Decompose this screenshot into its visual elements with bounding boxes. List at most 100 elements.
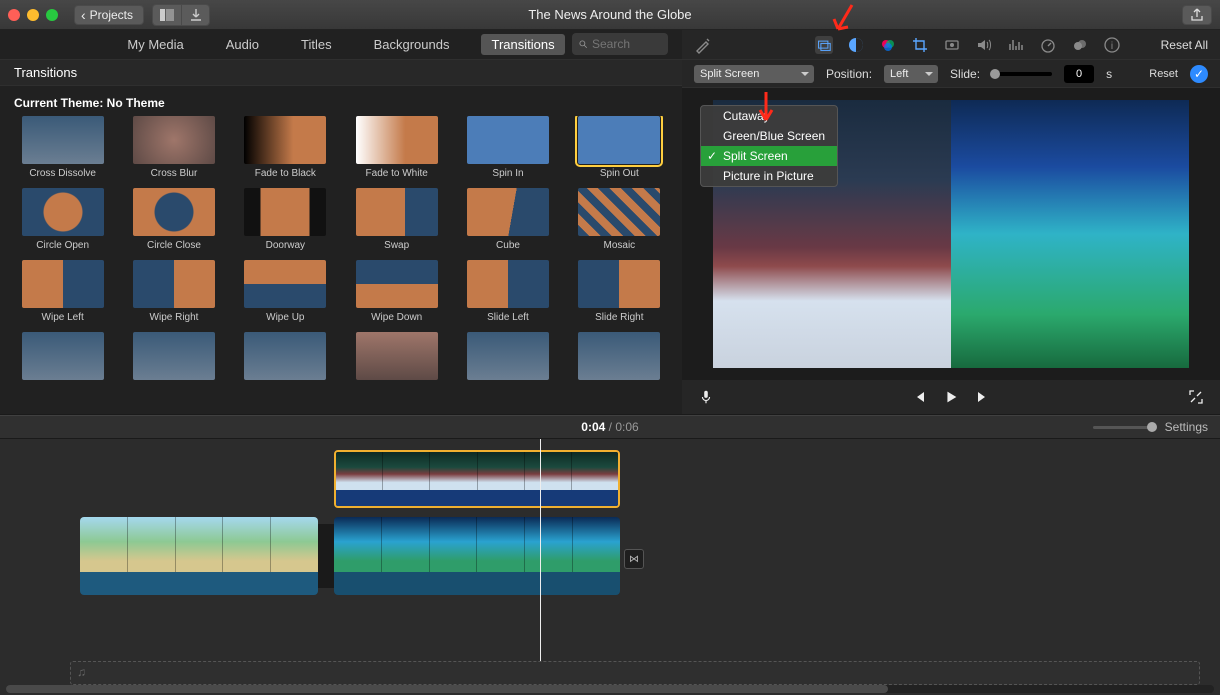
voiceover-icon[interactable] — [698, 389, 714, 405]
transition-wipe-right[interactable]: Wipe Right — [125, 260, 222, 326]
reset-all-button[interactable]: Reset All — [1161, 38, 1208, 52]
transition-thumb — [356, 116, 438, 164]
overlay-controls: Split Screen Position: Left Slide: 0 s R… — [682, 60, 1220, 88]
transition-mosaic[interactable]: Mosaic — [571, 188, 668, 254]
transition-spin-out[interactable]: Spin Out — [571, 116, 668, 182]
equalizer-icon[interactable] — [1007, 36, 1025, 54]
menu-item-green-blue-screen[interactable]: Green/Blue Screen — [701, 126, 837, 146]
apply-check-icon[interactable]: ✓ — [1190, 65, 1208, 83]
library-view-button[interactable] — [153, 5, 181, 25]
transition-label: Slide Right — [595, 312, 643, 326]
transition-label: Circle Close — [147, 240, 201, 254]
close-window-icon[interactable] — [8, 9, 20, 21]
download-button[interactable] — [181, 5, 209, 25]
slide-seconds-field[interactable]: 0 — [1064, 65, 1094, 83]
transition-thumb — [133, 116, 215, 164]
projects-back-label: Projects — [90, 8, 133, 22]
transition-thumb — [22, 188, 104, 236]
transition-unnamed[interactable] — [571, 332, 668, 398]
playhead[interactable] — [540, 439, 541, 665]
zoom-slider[interactable] — [1093, 426, 1155, 429]
tab-titles[interactable]: Titles — [291, 34, 342, 55]
transition-thumb — [467, 260, 549, 308]
inspector-toolbar: i Reset All — [682, 30, 1220, 60]
tab-audio[interactable]: Audio — [216, 34, 269, 55]
transition-slide-right[interactable]: Slide Right — [571, 260, 668, 326]
info-icon[interactable]: i — [1103, 36, 1121, 54]
toolbar-view-segmented — [152, 4, 210, 26]
projects-back-button[interactable]: Projects — [74, 5, 144, 25]
speed-icon[interactable] — [1039, 36, 1057, 54]
transition-slide-left[interactable]: Slide Left — [459, 260, 556, 326]
color-correction-icon[interactable] — [879, 36, 897, 54]
transition-cross-blur[interactable]: Cross Blur — [125, 116, 222, 182]
preview-right-half — [951, 100, 1189, 368]
transition-wipe-up[interactable]: Wipe Up — [237, 260, 334, 326]
zoom-window-icon[interactable] — [46, 9, 58, 21]
transition-label: Spin Out — [600, 168, 639, 182]
timeline-clip-overlay[interactable] — [334, 450, 620, 508]
transition-unnamed[interactable] — [459, 332, 556, 398]
transition-swap[interactable]: Swap — [348, 188, 445, 254]
clip-end-transition-icon[interactable]: ⋈ — [624, 549, 644, 569]
transition-unnamed[interactable] — [14, 332, 111, 398]
play-icon[interactable] — [943, 389, 959, 405]
transition-label: Swap — [384, 240, 409, 254]
transition-join[interactable] — [318, 524, 334, 588]
transition-spin-in[interactable]: Spin In — [459, 116, 556, 182]
share-button[interactable] — [1182, 5, 1212, 25]
transition-thumb — [244, 260, 326, 308]
position-dropdown[interactable]: Left — [884, 65, 938, 83]
overlay-icon[interactable] — [815, 36, 833, 54]
reset-button[interactable]: Reset — [1149, 68, 1178, 80]
transition-thumb — [22, 332, 104, 380]
tab-my-media[interactable]: My Media — [117, 34, 193, 55]
transition-thumb — [356, 332, 438, 380]
overlay-mode-menu: Cutaway Green/Blue Screen Split Screen P… — [700, 105, 838, 187]
timeline-h-scrollbar[interactable] — [6, 685, 1214, 693]
tab-transitions[interactable]: Transitions — [481, 34, 564, 55]
seconds-suffix: s — [1106, 67, 1112, 81]
transition-thumb — [578, 260, 660, 308]
noise-reduction-icon[interactable] — [1071, 36, 1089, 54]
fullscreen-icon[interactable] — [1188, 389, 1204, 405]
tab-backgrounds[interactable]: Backgrounds — [364, 34, 460, 55]
stabilization-icon[interactable] — [943, 36, 961, 54]
prev-frame-icon[interactable] — [911, 389, 927, 405]
transition-wipe-down[interactable]: Wipe Down — [348, 260, 445, 326]
search-input[interactable] — [592, 37, 662, 51]
next-frame-icon[interactable] — [975, 389, 991, 405]
minimize-window-icon[interactable] — [27, 9, 39, 21]
transition-fade-to-white[interactable]: Fade to White — [348, 116, 445, 182]
theme-label: Current Theme: No Theme — [0, 86, 682, 116]
volume-icon[interactable] — [975, 36, 993, 54]
transition-label: Mosaic — [603, 240, 635, 254]
titlebar: Projects The News Around the Globe — [0, 0, 1220, 30]
magic-wand-icon[interactable] — [694, 36, 712, 54]
search-field[interactable] — [572, 33, 668, 55]
settings-button[interactable]: Settings — [1165, 420, 1208, 434]
timeline[interactable]: ⋈ — [0, 439, 1220, 695]
audio-lane[interactable] — [70, 661, 1200, 685]
menu-item-cutaway[interactable]: Cutaway — [701, 106, 837, 126]
overlay-mode-dropdown[interactable]: Split Screen — [694, 65, 814, 83]
transition-circle-open[interactable]: Circle Open — [14, 188, 111, 254]
transition-fade-to-black[interactable]: Fade to Black — [237, 116, 334, 182]
menu-item-picture-in-picture[interactable]: Picture in Picture — [701, 166, 837, 186]
transition-unnamed[interactable] — [237, 332, 334, 398]
transition-cube[interactable]: Cube — [459, 188, 556, 254]
crop-icon[interactable] — [911, 36, 929, 54]
timeline-clip-map[interactable] — [80, 517, 318, 595]
transition-cross-dissolve[interactable]: Cross Dissolve — [14, 116, 111, 182]
timeline-header: 0:04 / 0:06 Settings — [0, 415, 1220, 439]
color-balance-icon[interactable] — [847, 36, 865, 54]
menu-item-split-screen[interactable]: Split Screen — [701, 146, 837, 166]
transition-label: Cross Blur — [151, 168, 198, 182]
timeline-clip-waterfall[interactable] — [334, 517, 620, 595]
transition-doorway[interactable]: Doorway — [237, 188, 334, 254]
transition-unnamed[interactable] — [348, 332, 445, 398]
transition-circle-close[interactable]: Circle Close — [125, 188, 222, 254]
slide-slider[interactable] — [992, 72, 1052, 76]
transition-wipe-left[interactable]: Wipe Left — [14, 260, 111, 326]
transition-unnamed[interactable] — [125, 332, 222, 398]
